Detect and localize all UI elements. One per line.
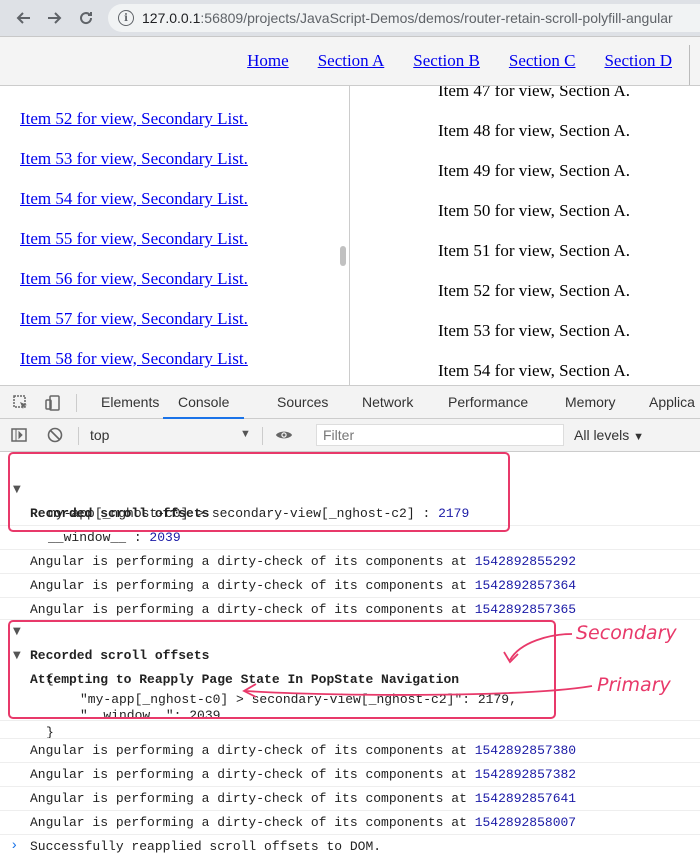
tab-elements[interactable]: Elements bbox=[101, 386, 159, 419]
secondary-scrollbar[interactable] bbox=[340, 246, 346, 266]
tab-sources[interactable]: Sources bbox=[277, 386, 328, 419]
secondary-list-item[interactable]: Item 58 for view, Secondary List. bbox=[20, 349, 248, 369]
devtools-tabbar: Elements Console Sources Network Perform… bbox=[0, 385, 700, 419]
toolbar-separator bbox=[262, 427, 263, 445]
tab-performance[interactable]: Performance bbox=[448, 386, 528, 419]
nav-link-section-c[interactable]: Section C bbox=[509, 51, 576, 71]
console-output[interactable]: ▼ Recorded scroll offsets my-app[_nghost… bbox=[0, 452, 700, 864]
section-list-item: Item 50 for view, Section A. bbox=[438, 201, 630, 220]
section-list-item: Item 47 for view, Section A. bbox=[438, 86, 630, 100]
context-selector[interactable]: top bbox=[90, 427, 109, 443]
section-list-item: Item 49 for view, Section A. bbox=[438, 161, 630, 180]
console-prompt-icon[interactable]: › bbox=[10, 838, 18, 854]
address-bar[interactable]: i 127.0.0.1:56809/projects/JavaScript-De… bbox=[108, 4, 700, 32]
clear-console-icon[interactable] bbox=[46, 426, 64, 444]
toolbar-separator bbox=[78, 427, 79, 445]
annotation-primary: Primary bbox=[597, 674, 671, 696]
inspect-element-icon[interactable] bbox=[12, 394, 30, 412]
header-divider bbox=[689, 45, 690, 85]
secondary-list-item[interactable]: Item 56 for view, Secondary List. bbox=[20, 269, 248, 289]
highlight-box-reapply bbox=[8, 620, 556, 719]
app-header: Home Section A Section B Section C Secti… bbox=[0, 37, 700, 86]
nav-link-section-d[interactable]: Section D bbox=[604, 51, 672, 71]
secondary-view[interactable]: Item 52 for view, Secondary List. Item 5… bbox=[0, 86, 350, 385]
tab-application[interactable]: Applica bbox=[649, 386, 695, 419]
secondary-list-item[interactable]: Item 55 for view, Secondary List. bbox=[20, 229, 248, 249]
highlight-box-recorded bbox=[8, 452, 510, 532]
back-icon[interactable] bbox=[10, 4, 38, 32]
eye-icon[interactable] bbox=[275, 426, 293, 444]
console-log-line: Angular is performing a dirty-check of i… bbox=[0, 787, 700, 830]
tab-network[interactable]: Network bbox=[362, 386, 413, 419]
log-levels-label: All levels bbox=[574, 427, 630, 443]
nav-link-section-b[interactable]: Section B bbox=[413, 51, 480, 71]
console-log-line: Angular is performing a dirty-check of i… bbox=[0, 763, 700, 806]
tab-console[interactable]: Console bbox=[163, 386, 245, 419]
section-list-item: Item 51 for view, Section A. bbox=[438, 241, 630, 260]
section-list-item: Item 48 for view, Section A. bbox=[438, 121, 630, 140]
device-toolbar-icon[interactable] bbox=[44, 394, 62, 412]
tab-memory[interactable]: Memory bbox=[565, 386, 616, 419]
show-sidebar-icon[interactable] bbox=[10, 426, 28, 444]
section-list-item: Item 52 for view, Section A. bbox=[438, 281, 630, 300]
section-list-item: Item 53 for view, Section A. bbox=[438, 321, 630, 340]
chevron-down-icon[interactable]: ▼ bbox=[240, 428, 251, 440]
section-list-item: Item 54 for view, Section A. bbox=[438, 361, 630, 380]
app-nav: Home Section A Section B Section C Secti… bbox=[247, 51, 672, 71]
secondary-list-item[interactable]: Item 57 for view, Secondary List. bbox=[20, 309, 248, 329]
annotation-secondary: Secondary bbox=[576, 622, 677, 644]
info-icon[interactable]: i bbox=[118, 10, 134, 26]
forward-icon[interactable] bbox=[40, 4, 68, 32]
nav-link-home[interactable]: Home bbox=[247, 51, 289, 71]
browser-toolbar: i 127.0.0.1:56809/projects/JavaScript-De… bbox=[0, 0, 700, 37]
console-log-line: Angular is performing a dirty-check of i… bbox=[0, 574, 700, 617]
console-log-line: Angular is performing a dirty-check of i… bbox=[0, 550, 700, 593]
console-log-line: Successfully reapplied scroll offsets to… bbox=[0, 811, 700, 854]
url-path: :56809/projects/JavaScript-Demos/demos/r… bbox=[200, 10, 673, 26]
secondary-list-item[interactable]: Item 53 for view, Secondary List. bbox=[20, 149, 248, 169]
nav-link-section-a[interactable]: Section A bbox=[318, 51, 385, 71]
secondary-list-item[interactable]: Item 52 for view, Secondary List. bbox=[20, 109, 248, 129]
url-host: 127.0.0.1 bbox=[142, 10, 201, 26]
primary-view[interactable]: Item 47 for view, Section A. Item 48 for… bbox=[351, 86, 700, 385]
console-group-header[interactable]: ▼ Recorded scroll offsets bbox=[0, 596, 700, 663]
secondary-list-item[interactable]: Item 54 for view, Secondary List. bbox=[20, 189, 248, 209]
console-filterbar: top ▼ Filter All levels ▼ bbox=[0, 419, 700, 452]
toolbar-separator bbox=[76, 394, 77, 412]
log-levels-dropdown[interactable]: All levels ▼ bbox=[574, 427, 644, 443]
console-filter-input[interactable]: Filter bbox=[316, 424, 564, 446]
console-log-line: Angular is performing a dirty-check of i… bbox=[0, 739, 700, 782]
chevron-down-icon: ▼ bbox=[633, 431, 645, 443]
reload-icon[interactable] bbox=[72, 4, 100, 32]
success-message: Successfully reapplied scroll offsets to… bbox=[30, 839, 382, 854]
